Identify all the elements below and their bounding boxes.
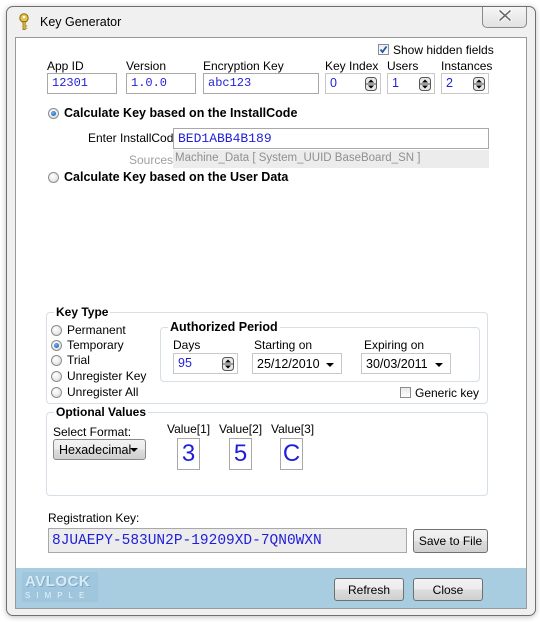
- authorized-period-group: Authorized Period Days 95 Starting on 25…: [160, 320, 480, 382]
- install-code-input[interactable]: BED1ABB4B189: [173, 128, 489, 149]
- key-index-label: Key Index: [325, 59, 379, 73]
- trial-radio[interactable]: [51, 355, 62, 366]
- registration-key-output[interactable]: 8JUAEPY-583UN2P-19209XD-7QN0WXN: [48, 528, 407, 553]
- instances-label: Instances: [441, 59, 493, 73]
- key-type-title: Key Type: [54, 305, 111, 319]
- checkmark-icon: [379, 45, 388, 54]
- trial-label: Trial: [67, 353, 90, 367]
- app-id-input[interactable]: 12301: [47, 73, 117, 94]
- expiring-on-value: 30/03/2011: [366, 357, 428, 371]
- footer-bar: AVLOCK SIMPLE Refresh Close: [16, 568, 526, 608]
- key-generator-window: Key Generator Show hidden fields App ID …: [6, 6, 536, 616]
- generic-key-label: Generic key: [415, 386, 480, 400]
- avlock-logo: AVLOCK SIMPLE: [22, 572, 98, 602]
- user-data-option-label: Calculate Key based on the User Data: [64, 170, 289, 184]
- users-value: 1: [392, 76, 399, 90]
- users-label: Users: [387, 59, 419, 73]
- unregister-key-radio[interactable]: [51, 371, 62, 382]
- sources-value: Machine_Data [ System_UUID BaseBoard_SN …: [173, 150, 489, 168]
- spin-arrows-icon[interactable]: [365, 77, 377, 91]
- spin-arrows-icon[interactable]: [419, 77, 431, 91]
- close-icon: [497, 9, 512, 24]
- title-bar[interactable]: Key Generator: [7, 7, 535, 35]
- permanent-label: Permanent: [67, 323, 126, 337]
- key-icon: [17, 13, 31, 31]
- sources-label: Sources:: [129, 153, 177, 167]
- dropdown-arrow-icon: [326, 363, 334, 367]
- starting-on-value: 25/12/2010: [257, 357, 320, 371]
- unregister-all-label: Unregister All: [67, 385, 139, 399]
- starting-on-datepicker[interactable]: 25/12/2010: [252, 353, 342, 374]
- days-label: Days: [173, 338, 201, 352]
- unregister-key-label: Unregister Key: [67, 369, 147, 383]
- spin-arrows-icon[interactable]: [222, 357, 234, 371]
- unregister-all-radio[interactable]: [51, 387, 62, 398]
- permanent-radio[interactable]: [51, 325, 62, 336]
- value-1-input[interactable]: 3: [177, 438, 200, 470]
- value-2-input[interactable]: 5: [229, 438, 252, 470]
- select-format-label: Select Format:: [53, 425, 132, 439]
- dropdown-arrow-icon: [130, 448, 138, 452]
- temporary-label: Temporary: [67, 338, 124, 352]
- expiring-on-label: Expiring on: [364, 338, 425, 352]
- logo-sub-text: SIMPLE: [25, 591, 91, 600]
- install-code-radio[interactable]: [48, 108, 59, 119]
- app-id-label: App ID: [47, 59, 84, 73]
- format-select[interactable]: Hexadecimal: [53, 439, 146, 460]
- instances-value: 2: [446, 76, 453, 90]
- encryption-key-input[interactable]: abc123: [203, 73, 319, 94]
- value-1-label: Value[1]: [167, 422, 211, 436]
- refresh-button[interactable]: Refresh: [334, 578, 404, 601]
- logo-main-text: AVLOCK: [25, 573, 91, 590]
- authorized-period-title: Authorized Period: [168, 320, 280, 334]
- days-value: 95: [178, 356, 192, 370]
- close-button[interactable]: Close: [413, 578, 483, 601]
- close-window-button[interactable]: [482, 7, 527, 28]
- registration-key-label: Registration Key:: [48, 511, 140, 525]
- show-hidden-fields-checkbox[interactable]: [378, 44, 389, 55]
- format-select-value: Hexadecimal: [59, 442, 132, 457]
- value-2-label: Value[2]: [219, 422, 263, 436]
- version-input[interactable]: 1.0.0: [126, 73, 196, 94]
- show-hidden-fields-label: Show hidden fields: [393, 43, 494, 57]
- key-index-spinner[interactable]: 0: [325, 73, 381, 94]
- temporary-radio[interactable]: [51, 340, 62, 351]
- key-index-value: 0: [330, 76, 337, 90]
- encryption-key-label: Encryption Key: [203, 59, 284, 73]
- generic-key-checkbox[interactable]: [400, 387, 411, 398]
- starting-on-label: Starting on: [254, 338, 313, 352]
- instances-spinner[interactable]: 2: [441, 73, 489, 94]
- install-code-label: Enter InstallCode:: [88, 131, 184, 145]
- key-type-group: Key Type Permanent Temporary Trial Unreg…: [46, 305, 488, 404]
- value-3-label: Value[3]: [271, 422, 315, 436]
- value-3-input[interactable]: C: [280, 438, 303, 470]
- window-title: Key Generator: [40, 15, 122, 29]
- dropdown-arrow-icon: [435, 363, 443, 367]
- client-area: Show hidden fields App ID 12301 Version …: [15, 37, 527, 609]
- user-data-radio[interactable]: [48, 172, 59, 183]
- days-spinner[interactable]: 95: [173, 353, 238, 374]
- expiring-on-datepicker[interactable]: 30/03/2011: [361, 353, 451, 374]
- users-spinner[interactable]: 1: [387, 73, 435, 94]
- version-label: Version: [126, 59, 167, 73]
- optional-values-title: Optional Values: [54, 405, 149, 419]
- spin-arrows-icon[interactable]: [473, 77, 485, 91]
- install-code-option-label: Calculate Key based on the InstallCode: [64, 106, 298, 120]
- save-to-file-button[interactable]: Save to File: [413, 529, 488, 553]
- optional-values-group: Optional Values Select Format: Hexadecim…: [46, 405, 488, 496]
